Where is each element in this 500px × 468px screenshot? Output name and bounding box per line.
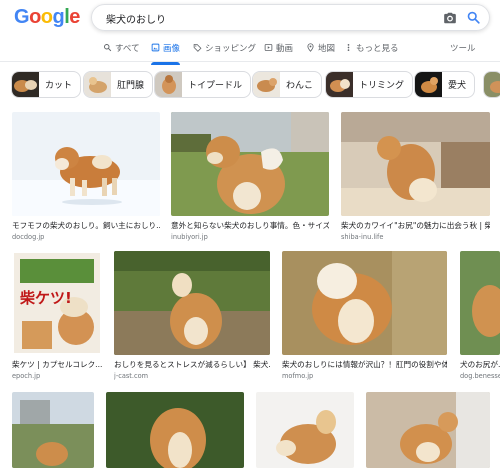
result-source[interactable]: docdog.jp: [12, 233, 160, 241]
tab-more[interactable]: もっと見る: [344, 42, 399, 62]
result-caption[interactable]: 柴ケツ | カプセルコレク...: [12, 359, 102, 370]
chip-cut[interactable]: カット: [11, 71, 82, 98]
result-source[interactable]: inubiyori.jp: [171, 233, 329, 241]
tab-shopping[interactable]: ショッピング: [193, 42, 256, 62]
result-thumbnail[interactable]: [256, 392, 354, 468]
result-source[interactable]: shiba-inu.life: [341, 233, 490, 241]
result-caption[interactable]: 柴犬のカワイイ"お尻"の魅力に出会う秋 | 柴...: [341, 220, 490, 231]
tab-tools[interactable]: ツール: [450, 42, 476, 62]
chip-thumbnail: [484, 72, 500, 97]
result-card[interactable]: [366, 392, 490, 468]
result-source[interactable]: mofmo.jp: [282, 372, 447, 380]
chip-thumbnail: [12, 72, 39, 97]
result-card[interactable]: [256, 392, 354, 468]
tab-label: ツール: [450, 44, 476, 54]
tab-images[interactable]: 画像: [151, 42, 181, 65]
search-box[interactable]: 柴犬のおしり: [91, 4, 490, 31]
map-icon: [307, 43, 314, 52]
result-caption[interactable]: 意外と知らない柴犬のおしり事情。色・サイズ...: [171, 220, 329, 231]
result-thumbnail[interactable]: [366, 392, 490, 468]
result-card[interactable]: 柴犬のカワイイ"お尻"の魅力に出会う秋 | 柴... shiba-inu.lif…: [341, 112, 490, 242]
tab-label: もっと見る: [356, 44, 399, 54]
result-caption[interactable]: おしりを見るとストレスが減るらしい】 柴犬...: [114, 359, 270, 370]
tab-label: 画像: [163, 44, 181, 54]
logo-letter: o: [29, 6, 41, 28]
result-card[interactable]: おしりを見るとストレスが減るらしい】 柴犬... j-cast.com: [114, 251, 270, 381]
chip-thumbnail: [326, 72, 353, 97]
chip-label: わんこ: [286, 81, 314, 91]
chip-trimming[interactable]: トリミング: [325, 71, 414, 98]
product-label: 柴ケツ!: [20, 289, 72, 307]
chip-thumbnail: [253, 72, 280, 97]
play-icon: [264, 44, 273, 51]
logo-letter: G: [14, 6, 30, 28]
chip-anal-gland[interactable]: 肛門腺: [83, 71, 154, 98]
chip-toy-poodle[interactable]: トイプードル: [154, 71, 252, 98]
result-thumbnail[interactable]: [12, 392, 94, 468]
result-card[interactable]: 柴犬のおしりには情報が沢山？！肛門の役割や体... mofmo.jp: [282, 251, 447, 381]
result-card[interactable]: 柴ケツ! 柴ケツ | カプセルコレク... epoch.jp: [12, 251, 102, 381]
more-vert-icon: [347, 44, 350, 51]
search-icon: [104, 44, 112, 52]
tab-videos[interactable]: 動画: [264, 42, 293, 62]
chip-beloved-dog[interactable]: 愛犬: [414, 71, 476, 98]
chip-partial[interactable]: [483, 71, 500, 98]
result-thumbnail[interactable]: [114, 251, 270, 355]
chip-thumbnail: [155, 72, 182, 97]
result-card[interactable]: 意外と知らない柴犬のおしり事情。色・サイズ... inubiyori.jp: [171, 112, 329, 242]
result-thumbnail[interactable]: [460, 251, 500, 355]
header-divider: [0, 61, 500, 62]
result-card[interactable]: [12, 392, 94, 468]
chip-label: トイプードル: [188, 81, 243, 91]
image-icon: [151, 43, 160, 52]
chip-label: カット: [45, 81, 73, 91]
chip-label: 愛犬: [448, 81, 467, 91]
tab-label: 動画: [276, 44, 294, 54]
chip-label: 肛門腺: [117, 81, 145, 91]
tab-label: 地図: [318, 44, 336, 54]
result-thumbnail[interactable]: [341, 112, 490, 216]
result-thumbnail[interactable]: [282, 251, 447, 355]
google-logo[interactable]: Google: [14, 6, 80, 29]
result-card[interactable]: モフモフの柴犬のおしり。飼い主におしり... docdog.jp: [12, 112, 160, 242]
result-card[interactable]: 犬のお尻が... dog.benesse...: [460, 251, 500, 381]
chip-thumbnail: [415, 72, 442, 97]
result-card[interactable]: [106, 392, 244, 468]
result-source[interactable]: j-cast.com: [114, 372, 270, 380]
tab-label: すべて: [115, 44, 140, 54]
search-input[interactable]: 柴犬のおしり: [106, 11, 166, 26]
logo-letter: o: [40, 6, 53, 28]
tab-label: ショッピング: [205, 44, 257, 54]
result-source[interactable]: dog.benesse...: [460, 372, 500, 380]
result-caption[interactable]: モフモフの柴犬のおしり。飼い主におしり...: [12, 220, 160, 231]
search-icon[interactable]: [466, 10, 481, 25]
result-caption[interactable]: 柴犬のおしりには情報が沢山？！肛門の役割や体...: [282, 359, 447, 370]
tab-maps[interactable]: 地図: [306, 42, 335, 62]
chip-wanko[interactable]: わんこ: [252, 71, 323, 98]
chip-thumbnail: [84, 72, 111, 97]
tag-icon: [193, 44, 202, 52]
result-caption[interactable]: 犬のお尻が...: [460, 359, 500, 370]
camera-icon[interactable]: [443, 11, 457, 25]
result-thumbnail[interactable]: [12, 112, 160, 216]
chip-label: トリミング: [359, 81, 405, 91]
tab-all[interactable]: すべて: [103, 42, 140, 62]
logo-letter: e: [69, 6, 80, 28]
result-source[interactable]: epoch.jp: [12, 372, 102, 380]
result-thumbnail[interactable]: [171, 112, 329, 216]
result-thumbnail[interactable]: [106, 392, 244, 468]
search-tabs: すべて 画像 ショッピング 動画 地図 もっと見る ツール: [0, 38, 500, 65]
logo-letter: g: [52, 6, 65, 28]
